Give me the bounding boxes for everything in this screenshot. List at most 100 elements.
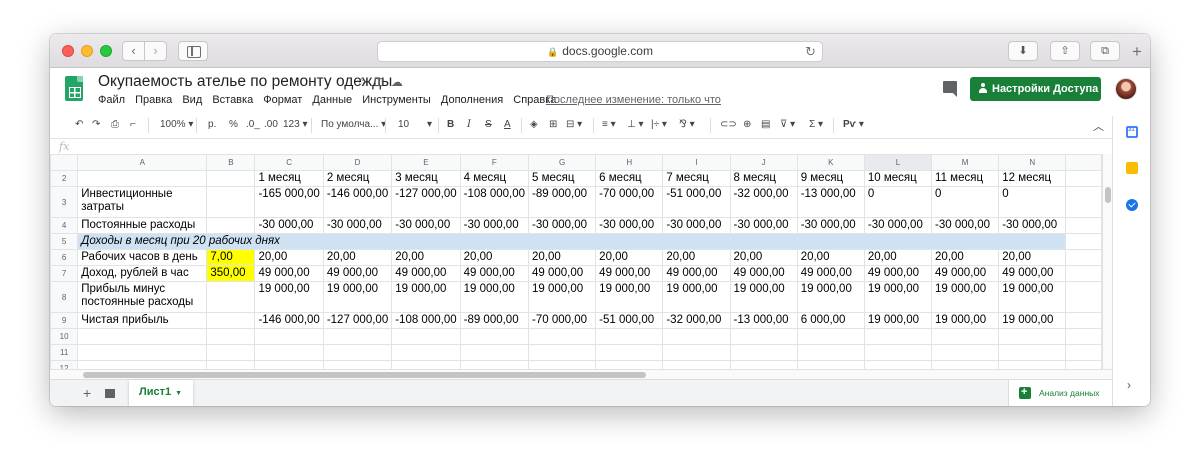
cell-i8[interactable]: 19 000,00 xyxy=(662,281,731,313)
font-size-select[interactable]: 10 xyxy=(398,119,409,130)
cell-e2[interactable]: 3 месяц xyxy=(391,170,461,187)
explore-button[interactable]: Анализ данных xyxy=(1008,379,1112,406)
cell-f10[interactable] xyxy=(459,328,530,345)
cell-b2[interactable] xyxy=(206,170,256,187)
cell-a12[interactable] xyxy=(77,360,208,369)
cell-h10[interactable] xyxy=(595,328,664,345)
back-button[interactable]: ‹ xyxy=(122,41,145,61)
cell-n11[interactable] xyxy=(998,344,1067,361)
cell-d7[interactable]: 49 000,00 xyxy=(322,265,393,282)
cell-f12[interactable] xyxy=(459,360,530,369)
cell-i11[interactable] xyxy=(662,344,731,361)
cell-b3[interactable] xyxy=(206,186,256,218)
text-color-button[interactable]: A xyxy=(504,119,511,130)
row-header[interactable]: 6 xyxy=(50,249,79,266)
cell-k6[interactable]: 20,00 xyxy=(796,249,865,266)
share-icon[interactable]: ⇧ xyxy=(1050,41,1080,61)
cell-c4[interactable]: -30 000,00 xyxy=(254,217,324,234)
cell-h12[interactable] xyxy=(595,360,664,369)
cell-l9[interactable]: 19 000,00 xyxy=(863,312,933,329)
cell-c10[interactable] xyxy=(254,328,324,345)
sheets-logo-icon[interactable] xyxy=(65,76,83,101)
cell-h11[interactable] xyxy=(595,344,664,361)
chevron-down-icon[interactable]: ▼ xyxy=(175,390,182,397)
column-header-a[interactable]: A xyxy=(77,154,208,171)
italic-button[interactable]: I xyxy=(467,119,471,130)
cell-d12[interactable] xyxy=(322,360,393,369)
font-select[interactable]: По умолча... ▾ xyxy=(321,119,386,130)
row-header[interactable]: 4 xyxy=(50,217,79,234)
row-header[interactable]: 11 xyxy=(50,344,79,361)
cell-j7[interactable]: 49 000,00 xyxy=(729,265,798,282)
cell-b4[interactable] xyxy=(206,217,256,234)
menu-format[interactable]: Формат xyxy=(263,94,302,106)
cell-e11[interactable] xyxy=(391,344,461,361)
cell-c9[interactable]: -146 000,00 xyxy=(254,312,324,329)
cell-j8[interactable]: 19 000,00 xyxy=(729,281,798,313)
tab-overview-icon[interactable]: ⧉ xyxy=(1090,41,1120,61)
chevron-right-icon[interactable]: › xyxy=(1127,378,1131,392)
cell-d11[interactable] xyxy=(322,344,393,361)
menu-file[interactable]: Файл xyxy=(98,94,125,106)
column-header-n[interactable]: N xyxy=(998,154,1067,171)
cell-k12[interactable] xyxy=(796,360,865,369)
column-header-l[interactable]: L xyxy=(863,154,933,171)
redo-icon[interactable]: ↷ xyxy=(92,119,100,130)
tasks-icon[interactable] xyxy=(1126,199,1138,211)
row-header[interactable]: 3 xyxy=(50,186,79,218)
sidebar-toggle-icon[interactable] xyxy=(178,41,208,61)
cell-g3[interactable]: -89 000,00 xyxy=(527,186,597,218)
bold-button[interactable]: B xyxy=(447,119,454,130)
cell-i12[interactable] xyxy=(662,360,731,369)
cell-m9[interactable]: 19 000,00 xyxy=(931,312,1000,329)
cell-l3[interactable]: 0 xyxy=(863,186,933,218)
move-folder-icon[interactable]: ⊡ xyxy=(374,75,391,89)
text-wrap-icon[interactable]: |÷ ▾ xyxy=(651,119,667,130)
cell-c3[interactable]: -165 000,00 xyxy=(254,186,324,218)
insert-chart-icon[interactable]: ▤ xyxy=(761,119,770,130)
insert-comment-icon[interactable]: ⊕ xyxy=(743,119,751,130)
cell-a7[interactable]: Доход, рублей в час xyxy=(77,265,208,282)
section-band-cell[interactable]: Доходы в месяц при 20 рабочих днях xyxy=(77,233,1067,250)
cell-j11[interactable] xyxy=(729,344,798,361)
cell-l10[interactable] xyxy=(863,328,933,345)
cell-f7[interactable]: 49 000,00 xyxy=(459,265,530,282)
cell-m12[interactable] xyxy=(931,360,1000,369)
menu-tools[interactable]: Инструменты xyxy=(362,94,431,106)
menu-view[interactable]: Вид xyxy=(182,94,202,106)
column-header-e[interactable]: E xyxy=(391,154,461,171)
cell-g7[interactable]: 49 000,00 xyxy=(527,265,597,282)
strikethrough-button[interactable]: S xyxy=(485,119,492,130)
column-header-i[interactable]: I xyxy=(662,154,731,171)
cell-a10[interactable] xyxy=(77,328,208,345)
cell-l12[interactable] xyxy=(863,360,933,369)
cell-l4[interactable]: -30 000,00 xyxy=(863,217,933,234)
cell-f3[interactable]: -108 000,00 xyxy=(459,186,530,218)
cell-j2[interactable]: 8 месяц xyxy=(729,170,798,187)
column-header-f[interactable]: F xyxy=(459,154,530,171)
cell-e6[interactable]: 20,00 xyxy=(391,249,461,266)
cell-j3[interactable]: -32 000,00 xyxy=(729,186,798,218)
row-header[interactable]: 12 xyxy=(50,360,79,369)
new-tab-icon[interactable]: + xyxy=(1132,42,1142,62)
cell-m4[interactable]: -30 000,00 xyxy=(931,217,1000,234)
cloud-status-icon[interactable]: ☁ xyxy=(391,75,410,89)
input-tools-button[interactable]: Рѵ ▾ xyxy=(843,119,864,130)
cell-m3[interactable]: 0 xyxy=(931,186,1000,218)
share-button[interactable]: Настройки Доступа xyxy=(970,77,1101,101)
cell-d4[interactable]: -30 000,00 xyxy=(322,217,393,234)
cell-h3[interactable]: -70 000,00 xyxy=(595,186,664,218)
cell-l11[interactable] xyxy=(863,344,933,361)
cell-k3[interactable]: -13 000,00 xyxy=(796,186,865,218)
calendar-icon[interactable] xyxy=(1126,126,1138,138)
cell-l7[interactable]: 49 000,00 xyxy=(863,265,933,282)
cell-f4[interactable]: -30 000,00 xyxy=(459,217,530,234)
cell-h4[interactable]: -30 000,00 xyxy=(595,217,664,234)
horizontal-align-icon[interactable]: ≡ ▾ xyxy=(602,119,616,130)
column-header-h[interactable]: H xyxy=(595,154,664,171)
cell-i3[interactable]: -51 000,00 xyxy=(662,186,731,218)
close-window-button[interactable] xyxy=(62,45,74,57)
cell-b11[interactable] xyxy=(206,344,256,361)
functions-button[interactable]: Σ ▾ xyxy=(809,119,823,130)
cell-m7[interactable]: 49 000,00 xyxy=(931,265,1000,282)
